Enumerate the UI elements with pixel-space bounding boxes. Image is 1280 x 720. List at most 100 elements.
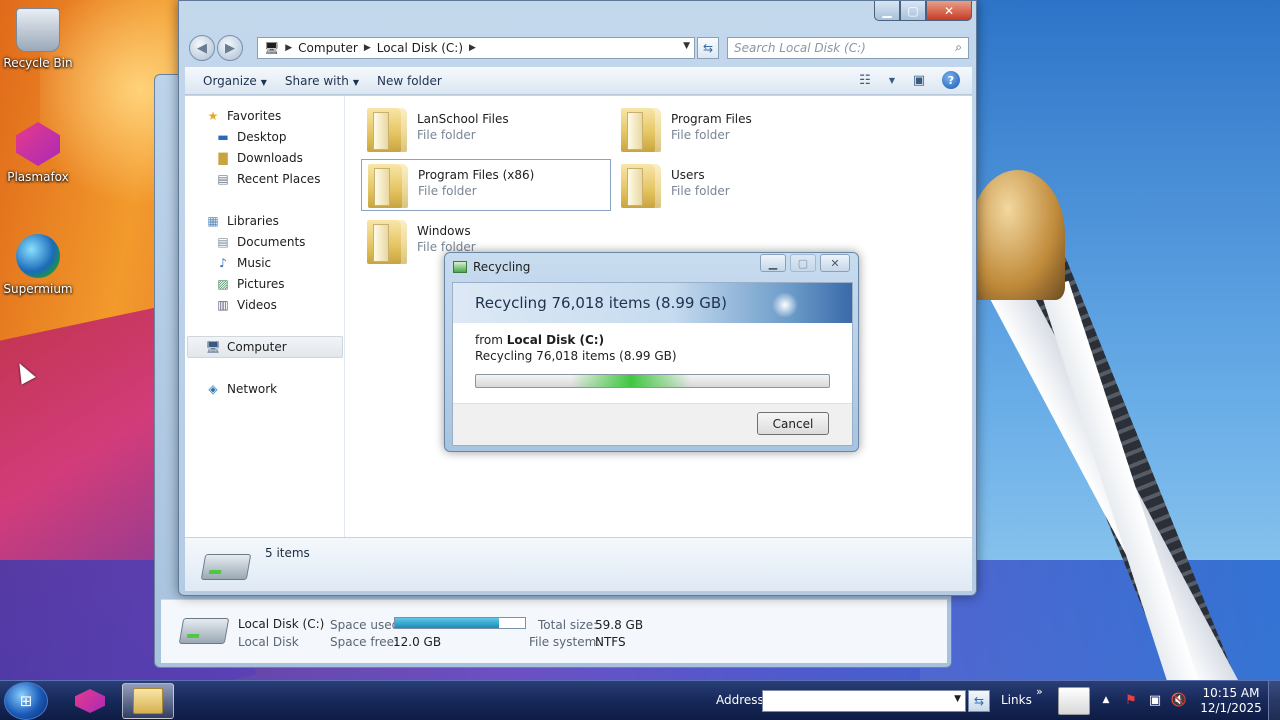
- search-icon[interactable]: ⌕: [955, 40, 962, 55]
- breadcrumb-local-disk[interactable]: Local Disk (C:): [377, 41, 463, 55]
- chevron-right-icon[interactable]: »: [1036, 685, 1043, 698]
- desktop-icon-plasmafox[interactable]: Plasmafox: [0, 122, 76, 184]
- dialog-button-area: Cancel: [453, 403, 852, 445]
- help-icon[interactable]: ?: [942, 71, 960, 89]
- nav-item-libraries[interactable]: ▦ Libraries: [205, 211, 279, 231]
- back-arrow-icon: ◀: [197, 40, 207, 56]
- from-location: Local Disk (C:): [506, 333, 605, 347]
- close-button[interactable]: ✕: [926, 1, 972, 21]
- nav-item-favorites[interactable]: ★ Favorites: [205, 106, 282, 126]
- folder-icon: [368, 164, 408, 208]
- search-input[interactable]: Search Local Disk (C:) ⌕: [727, 37, 969, 59]
- plasmafox-icon: [75, 689, 105, 713]
- refresh-icon: ⇆: [702, 41, 714, 55]
- supermium-icon: [16, 234, 60, 278]
- clock-date: 12/1/2025: [1200, 701, 1262, 715]
- space-used-bar: [394, 617, 526, 629]
- back-button[interactable]: ◀: [189, 35, 215, 61]
- address-dropdown-icon[interactable]: ▼: [683, 41, 690, 51]
- chevron-down-icon[interactable]: ▼: [888, 71, 896, 89]
- space-free-label: Space free:: [330, 635, 399, 649]
- breadcrumb-computer[interactable]: Computer: [298, 41, 358, 55]
- pictures-icon: ▨: [217, 277, 229, 291]
- go-icon: ⇆: [973, 694, 985, 708]
- share-with-button[interactable]: Share with ▼: [285, 74, 359, 88]
- taskbar-address-go-button[interactable]: ⇆: [968, 690, 990, 712]
- command-bar-right: ☷ ▼ ▣ ?: [856, 71, 960, 89]
- cancel-button[interactable]: Cancel: [757, 412, 829, 435]
- taskbar-app-plasmafox[interactable]: [64, 683, 116, 719]
- nav-item-videos[interactable]: ▥ Videos: [215, 295, 277, 315]
- breadcrumb-arrow-icon[interactable]: ▶: [469, 43, 476, 53]
- progress-glow: [571, 375, 691, 387]
- nav-item-desktop[interactable]: ▬ Desktop: [215, 127, 286, 147]
- forward-button[interactable]: ▶: [217, 35, 243, 61]
- desktop-icon-recycle-bin[interactable]: Recycle Bin: [0, 8, 76, 70]
- taskbar: ⊞ Address ▼ ⇆ Links » ▲ ⚑ ▣ 🔇 10:15 AM 1…: [0, 680, 1280, 720]
- dialog-maximize-button: ▢: [790, 254, 816, 272]
- recycling-dialog[interactable]: Recycling ▁ ▢ ✕ Recycling 76,018 items (…: [444, 252, 859, 452]
- address-bar[interactable]: 🖥 ▶ Computer ▶ Local Disk (C:) ▶ ▼: [257, 37, 695, 59]
- file-item[interactable]: LanSchool Files File folder: [361, 104, 611, 156]
- tray-expand-icon[interactable]: ▲: [1097, 691, 1115, 709]
- navigation-pane: ★ Favorites ▬ Desktop ▇ Downloads ▤ Recent P…: [185, 96, 345, 537]
- clock-time: 10:15 AM: [1202, 686, 1260, 700]
- nav-item-documents[interactable]: ▤ Documents: [215, 232, 305, 252]
- file-item-selected[interactable]: Program Files (x86) File folder: [361, 159, 611, 211]
- folder-icon: [367, 108, 407, 152]
- show-desktop-button[interactable]: [1268, 681, 1280, 720]
- refresh-button[interactable]: ⇆: [697, 37, 719, 59]
- dialog-close-button[interactable]: ✕: [820, 254, 850, 272]
- taskbar-app-explorer[interactable]: [122, 683, 174, 719]
- preview-pane-icon[interactable]: ▣: [910, 71, 928, 89]
- items-count: 5 items: [265, 546, 310, 560]
- minimize-button[interactable]: ▁: [874, 1, 900, 21]
- network-icon: ◈: [208, 382, 218, 396]
- chevron-down-icon: ▼: [352, 77, 359, 87]
- dialog-minimize-button[interactable]: ▁: [760, 254, 786, 272]
- navigation-bar: ◀ ▶ 🖥 ▶ Computer ▶ Local Disk (C:) ▶ ▼ ⇆…: [187, 33, 970, 61]
- action-center-icon[interactable]: ⚑: [1122, 691, 1140, 709]
- desktop-icon-supermium[interactable]: Supermium: [0, 234, 76, 296]
- progress-bar: [475, 374, 830, 388]
- clock[interactable]: 10:15 AM 12/1/2025: [1196, 686, 1266, 716]
- file-name: Users: [671, 168, 705, 182]
- command-bar: Organize ▼ Share with ▼ New folder ☷ ▼ ▣ ?: [185, 67, 972, 95]
- taskbar-links-label[interactable]: Links: [1001, 693, 1032, 707]
- organize-button[interactable]: Organize ▼: [203, 74, 267, 88]
- file-name: Program Files: [671, 112, 752, 126]
- recycling-dialog-icon: [453, 261, 467, 273]
- nav-item-pictures[interactable]: ▨ Pictures: [215, 274, 284, 294]
- network-tray-icon[interactable]: ▣: [1146, 691, 1164, 709]
- file-item[interactable]: Program Files File folder: [615, 104, 865, 156]
- star-icon: ★: [207, 109, 219, 123]
- file-name: LanSchool Files: [417, 112, 509, 126]
- file-type: File folder: [671, 184, 730, 198]
- maximize-button[interactable]: ▢: [900, 1, 926, 21]
- space-used-bar-fill: [395, 618, 499, 628]
- start-button[interactable]: ⊞: [4, 682, 48, 720]
- documents-icon: ▤: [217, 235, 229, 249]
- new-folder-button[interactable]: New folder: [377, 74, 442, 88]
- window-caption-buttons: ▁ ▢ ✕: [874, 1, 972, 21]
- breadcrumb-arrow-icon: ▶: [285, 43, 293, 53]
- desktop-icon: ▬: [217, 130, 229, 144]
- nav-item-recent-places[interactable]: ▤ Recent Places: [215, 169, 320, 189]
- volume-muted-icon[interactable]: 🔇: [1170, 691, 1188, 709]
- forward-arrow-icon: ▶: [225, 40, 235, 56]
- breadcrumb-arrow-icon: ▶: [363, 43, 371, 53]
- space-used-label: Space used:: [330, 618, 404, 632]
- chevron-down-icon[interactable]: ▼: [954, 694, 961, 704]
- dialog-caption-buttons: ▁ ▢ ✕: [760, 254, 850, 272]
- total-size-label: Total size:: [538, 618, 598, 632]
- pen-input-icon[interactable]: [1058, 687, 1090, 715]
- file-item[interactable]: Users File folder: [615, 160, 865, 212]
- nav-item-downloads[interactable]: ▇ Downloads: [215, 148, 303, 168]
- nav-item-network[interactable]: ◈ Network: [205, 379, 277, 399]
- taskbar-address-input[interactable]: ▼: [762, 690, 966, 712]
- computer-icon: 🖥: [264, 41, 280, 55]
- nav-item-computer[interactable]: 🖥 Computer: [205, 337, 286, 357]
- view-options-icon[interactable]: ☷: [856, 71, 874, 89]
- file-name: Windows: [417, 224, 471, 238]
- nav-item-music[interactable]: ♪ Music: [215, 253, 271, 273]
